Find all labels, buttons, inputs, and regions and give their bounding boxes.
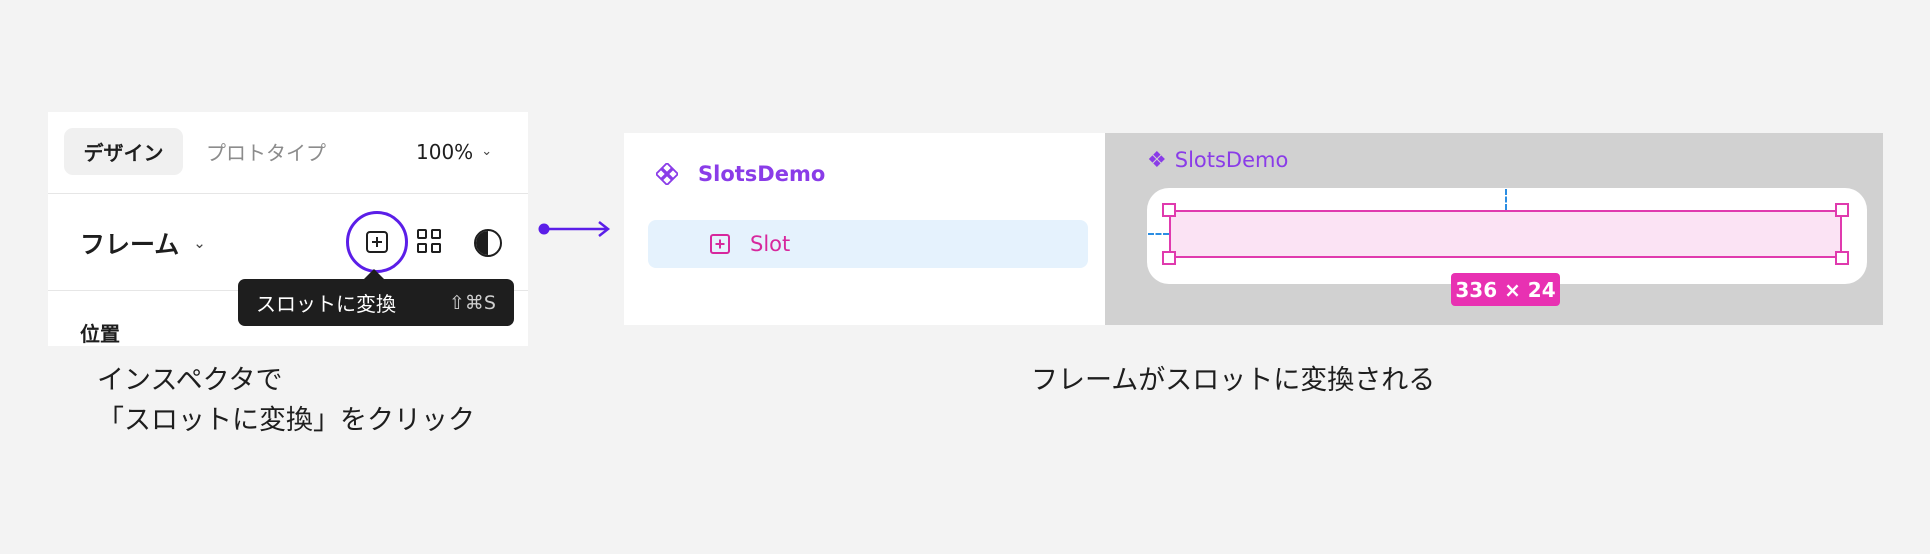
tooltip-arrow [364, 269, 384, 279]
inspector-tabs: デザイン プロトタイプ 100% ⌄ [48, 112, 528, 194]
layer-item-slot[interactable]: Slot [648, 220, 1088, 268]
layers-panel: SlotsDemo Slot [624, 133, 1105, 325]
resize-handle-top-left[interactable] [1162, 203, 1176, 217]
canvas-component-title[interactable]: ❖ SlotsDemo [1147, 145, 1288, 175]
chevron-down-icon: ⌄ [481, 144, 493, 159]
component-grid-icon[interactable] [417, 229, 443, 255]
dimension-badge: 336 × 24 [1451, 273, 1560, 306]
tooltip-label: スロットに変換 [256, 292, 396, 316]
frame-section: フレーム ⌄ [48, 194, 528, 291]
resize-handle-bottom-left[interactable] [1162, 251, 1176, 265]
frame-type-dropdown[interactable]: フレーム ⌄ [80, 194, 206, 291]
convert-to-slot-button[interactable] [346, 211, 408, 273]
component-icon [656, 163, 678, 185]
caption-right: フレームがスロットに変換される [1031, 365, 1436, 396]
tooltip: スロットに変換 ⇧⌘S [238, 279, 514, 326]
caption-left: インスペクタで 「スロットに変換」をクリック [97, 365, 475, 436]
layer-component-name: SlotsDemo [698, 162, 826, 186]
contrast-icon[interactable] [474, 229, 502, 257]
tooltip-shortcut: ⇧⌘S [449, 291, 496, 314]
frame-label: フレーム [80, 229, 180, 259]
tab-prototype[interactable]: プロトタイプ [206, 128, 326, 175]
arrow-right-icon [538, 221, 611, 237]
canvas: ❖ SlotsDemo 336 × 24 [1105, 133, 1883, 325]
zoom-dropdown[interactable]: 100% ⌄ [416, 128, 492, 175]
position-label: 位置 [80, 322, 120, 346]
resize-handle-bottom-right[interactable] [1835, 251, 1849, 265]
spacing-guide-vertical [1505, 189, 1507, 210]
spacing-guide-horizontal [1148, 233, 1169, 235]
tab-design[interactable]: デザイン [64, 128, 183, 175]
convert-to-slot-icon [366, 231, 388, 253]
canvas-component-name: SlotsDemo [1174, 148, 1289, 172]
slot-selection[interactable] [1169, 210, 1842, 258]
layer-slot-name: Slot [750, 232, 791, 256]
resize-handle-top-right[interactable] [1835, 203, 1849, 217]
slot-icon [710, 234, 730, 254]
zoom-value: 100% [416, 139, 474, 164]
layer-item-component[interactable]: SlotsDemo [656, 157, 825, 191]
chevron-down-icon: ⌄ [193, 233, 206, 252]
component-icon: ❖ [1147, 147, 1167, 173]
